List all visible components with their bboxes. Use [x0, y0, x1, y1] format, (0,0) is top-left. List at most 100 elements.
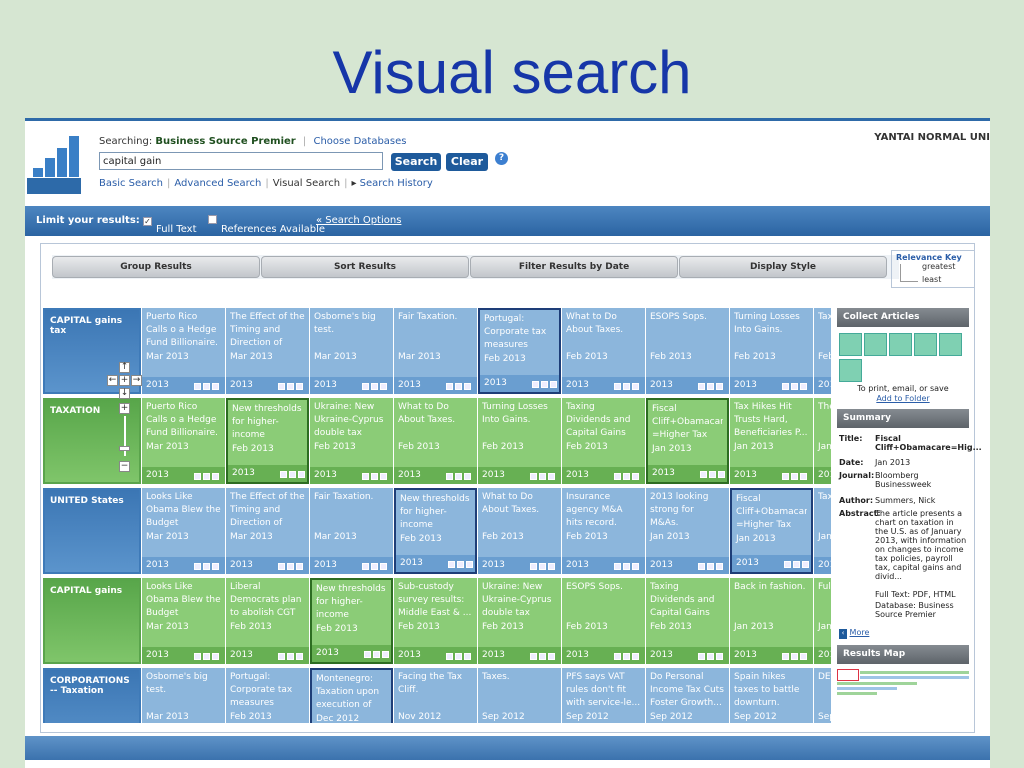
- pan-up-icon[interactable]: ↑: [119, 362, 130, 373]
- result-tile[interactable]: Osborne's big test. Mar 2013 2013: [310, 308, 393, 394]
- full-text-checkbox[interactable]: ✓: [143, 217, 152, 226]
- result-tile[interactable]: 2013 looking strong for M&As. Jan 2013 201…: [646, 488, 729, 574]
- results-map-viewport[interactable]: [837, 669, 859, 681]
- result-tile[interactable]: PFS says VAT rules don't fit with servic…: [562, 668, 645, 723]
- result-tile[interactable]: Insurance agency M&A hits record. Feb 201…: [562, 488, 645, 574]
- result-tile[interactable]: Looks Like Obama Blew the Budget Negotia…: [142, 578, 225, 664]
- relevance-block-icon: [548, 653, 555, 660]
- nav-visual-search[interactable]: Visual Search: [273, 178, 340, 189]
- result-tile[interactable]: Fair Taxation. Mar 2013 2013: [394, 308, 477, 394]
- group-results-button[interactable]: Group Results: [52, 256, 260, 278]
- result-title: New thresholds for higher-income individ…: [316, 584, 386, 620]
- result-tile[interactable]: Taxing Dividends and Capital Gains Incom…: [562, 398, 645, 484]
- zoom-out-icon[interactable]: −: [119, 461, 130, 472]
- result-date: Feb 2013: [482, 442, 524, 452]
- pan-down-icon[interactable]: ↓: [119, 388, 130, 399]
- result-tile[interactable]: Turning Losses Into Gains. Feb 2013 2013: [730, 308, 813, 394]
- pan-left-icon[interactable]: ←: [107, 375, 118, 386]
- result-tile[interactable]: Back in fashion. Jan 2013 2013: [730, 578, 813, 664]
- result-tile[interactable]: Facing the Tax Cliff. Nov 2012: [394, 668, 477, 723]
- result-tile[interactable]: Osborne's big test. Mar 2013: [142, 668, 225, 723]
- help-icon[interactable]: ?: [495, 152, 508, 165]
- display-style-button[interactable]: Display Style: [679, 256, 887, 278]
- result-tile[interactable]: ESOPS Sops. Feb 2013 2013: [562, 578, 645, 664]
- relevance-block-icon: [800, 473, 807, 480]
- result-tile[interactable]: Montenegro: Taxation upon execution of v…: [310, 668, 393, 723]
- relevance-block-icon: [541, 381, 548, 388]
- result-tile[interactable]: Fult Ove Inte Jan 201: [814, 578, 831, 664]
- result-tile[interactable]: Spain hikes taxes to battle downturn. Sep…: [730, 668, 813, 723]
- result-tile[interactable]: Puerto Rico Calls o a Hedge Fund Billion…: [142, 398, 225, 484]
- full-text-option[interactable]: ✓ Full Text: [143, 215, 197, 235]
- relevance-block-icon: [380, 473, 387, 480]
- search-input[interactable]: [99, 152, 383, 170]
- result-tile[interactable]: ESOPS Sops. Feb 2013 2013: [646, 308, 729, 394]
- result-tile[interactable]: What to Do About Taxes. Feb 2013 2013: [562, 308, 645, 394]
- result-tile[interactable]: Fair Taxation. Mar 2013 2013: [310, 488, 393, 574]
- result-tile[interactable]: Fiscal Cliff+Obamacare =Higher Tax on...…: [646, 398, 729, 484]
- choose-databases-link[interactable]: Choose Databases: [313, 136, 406, 147]
- result-tile[interactable]: The Effect of the Timing and Direction o…: [226, 308, 309, 394]
- result-tile[interactable]: Looks Like Obama Blew the Budget Negotia…: [142, 488, 225, 574]
- result-tile[interactable]: Taxing Dividends and Capital Gains Incom…: [646, 578, 729, 664]
- result-tile[interactable]: Portugal: Corporate tax measures inclu..…: [226, 668, 309, 723]
- row-label[interactable]: CORPORATIONS -- Taxation: [43, 668, 141, 723]
- result-tile[interactable]: Portugal: Corporate tax measures inclu..…: [478, 308, 561, 394]
- nav-search-history[interactable]: Search History: [360, 178, 433, 189]
- zoom-slider-handle[interactable]: [119, 446, 130, 451]
- result-tile[interactable]: Liberal Democrats plan to abolish CGT ..…: [226, 578, 309, 664]
- result-tile[interactable]: New thresholds for higher-income individ…: [310, 578, 393, 664]
- relevance-block-icon: [457, 561, 464, 568]
- result-title: New thresholds for higher-income individ…: [400, 494, 470, 530]
- result-tile[interactable]: Tax and Inco Feb 201: [814, 308, 831, 394]
- result-tile[interactable]: Turning Losses Into Gains. Feb 2013 2013: [478, 398, 561, 484]
- relevance-block-icon: [623, 383, 630, 390]
- result-date: Jan 2013: [734, 442, 774, 452]
- collect-slot[interactable]: [839, 333, 862, 356]
- result-tile[interactable]: What to Do About Taxes. Feb 2013 2013: [478, 488, 561, 574]
- references-option[interactable]: References Available: [208, 215, 325, 235]
- relevance-block-icon: [287, 653, 294, 660]
- collect-slot[interactable]: [839, 359, 862, 382]
- result-tile[interactable]: New thresholds for higher-income individ…: [226, 398, 309, 484]
- nav-basic-search[interactable]: Basic Search: [99, 178, 163, 189]
- result-date: Jan: [818, 532, 831, 542]
- result-footer: 2013: [394, 467, 477, 484]
- result-tile[interactable]: What to Do About Taxes. Feb 2013 2013: [394, 398, 477, 484]
- results-map[interactable]: [837, 668, 969, 708]
- result-tile[interactable]: Tax Tru Ber Jan 201: [814, 488, 831, 574]
- relevance-block-icon: [782, 383, 789, 390]
- result-tile[interactable]: DET TAX COI Sep: [814, 668, 831, 723]
- result-tile[interactable]: Do Personal Income Tax Cuts Foster Growt…: [646, 668, 729, 723]
- result-tile[interactable]: Fiscal Cliff+Obamacare =Higher Tax on...…: [730, 488, 813, 574]
- row-label[interactable]: UNITED States: [43, 488, 141, 574]
- result-tile[interactable]: The Dea We Jan 201: [814, 398, 831, 484]
- result-tile[interactable]: Puerto Rico Calls o a Hedge Fund Billion…: [142, 308, 225, 394]
- search-button[interactable]: Search: [391, 153, 441, 171]
- collect-slot[interactable]: [914, 333, 937, 356]
- filter-by-date-button[interactable]: Filter Results by Date: [470, 256, 678, 278]
- result-tile[interactable]: Tax Hikes Hit Trusts Hard, Beneficiaries…: [730, 398, 813, 484]
- zoom-in-icon[interactable]: +: [119, 403, 130, 414]
- result-tile[interactable]: The Effect of the Timing and Direction o…: [226, 488, 309, 574]
- result-tile[interactable]: New thresholds for higher-income individ…: [394, 488, 477, 574]
- result-tile[interactable]: Taxes. Sep 2012: [478, 668, 561, 723]
- row-label[interactable]: CAPITAL gains: [43, 578, 141, 664]
- pan-center-icon[interactable]: +: [119, 375, 130, 386]
- result-tile[interactable]: Ukraine: New Ukraine-Cyprus double tax t…: [478, 578, 561, 664]
- collect-slot[interactable]: [864, 333, 887, 356]
- clear-button[interactable]: Clear: [446, 153, 488, 171]
- sort-results-button[interactable]: Sort Results: [261, 256, 469, 278]
- add-to-folder-link[interactable]: Add to Folder: [835, 394, 971, 403]
- pan-right-icon[interactable]: →: [131, 375, 142, 386]
- nav-advanced-search[interactable]: Advanced Search: [174, 178, 261, 189]
- relevance-block-icon: [718, 471, 725, 478]
- result-tile[interactable]: Sub-custody survey results: Middle East …: [394, 578, 477, 664]
- collect-slot[interactable]: [939, 333, 962, 356]
- more-link[interactable]: ‹ More: [839, 628, 869, 639]
- result-tile[interactable]: Ukraine: New Ukraine-Cyprus double tax t…: [310, 398, 393, 484]
- relevance-block-icon: [707, 653, 714, 660]
- collect-slot[interactable]: [889, 333, 912, 356]
- references-checkbox[interactable]: [208, 215, 217, 224]
- search-options-link[interactable]: « Search Options: [316, 215, 401, 226]
